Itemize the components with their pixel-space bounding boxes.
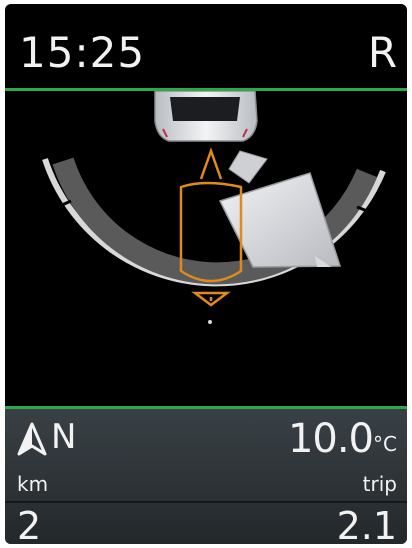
row-divider	[5, 501, 407, 503]
trip-value: 2.1	[336, 504, 397, 544]
obstacle-vehicle	[218, 150, 342, 268]
temperature-unit: °C	[373, 432, 397, 456]
trip-label: trip	[362, 472, 397, 496]
compass-heading: N	[51, 417, 77, 457]
instrument-display: 15:25 R N 10.0 °C km trip 2 2.1	[5, 4, 407, 544]
clock: 15:25	[19, 28, 146, 77]
gear-indicator: R	[367, 28, 397, 77]
odometer-label: km	[17, 472, 49, 496]
rear-camera-guidance	[42, 91, 386, 325]
north-arrow-icon	[17, 422, 47, 456]
odometer-value: 2	[17, 504, 42, 544]
outside-temperature: 10.0	[287, 416, 374, 462]
car-icon	[154, 91, 258, 142]
top-bar: 15:25 R	[5, 4, 407, 90]
bottom-divider	[5, 406, 407, 409]
